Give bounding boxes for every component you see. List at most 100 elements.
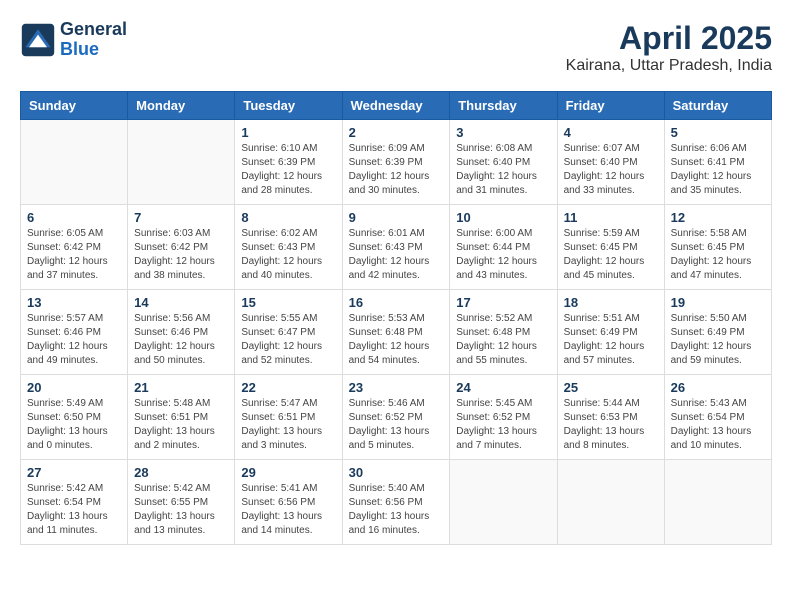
calendar-cell: [21, 120, 128, 205]
day-number: 23: [349, 380, 444, 395]
calendar-cell: 14 Sunrise: 5:56 AM Sunset: 6:46 PM Dayli…: [128, 290, 235, 375]
calendar-cell: 3 Sunrise: 6:08 AM Sunset: 6:40 PM Daylig…: [450, 120, 557, 205]
day-number: 1: [241, 125, 335, 140]
col-header-monday: Monday: [128, 92, 235, 120]
day-number: 11: [564, 210, 658, 225]
calendar-cell: 30 Sunrise: 5:40 AM Sunset: 6:56 PM Dayli…: [342, 460, 450, 545]
calendar-cell: 4 Sunrise: 6:07 AM Sunset: 6:40 PM Daylig…: [557, 120, 664, 205]
day-info: Sunrise: 6:09 AM Sunset: 6:39 PM Dayligh…: [349, 142, 444, 198]
col-header-sunday: Sunday: [21, 92, 128, 120]
logo-icon: [20, 22, 56, 58]
day-info: Sunrise: 5:59 AM Sunset: 6:45 PM Dayligh…: [564, 227, 658, 283]
day-info: Sunrise: 5:47 AM Sunset: 6:51 PM Dayligh…: [241, 397, 335, 453]
day-info: Sunrise: 6:08 AM Sunset: 6:40 PM Dayligh…: [456, 142, 550, 198]
calendar-cell: 5Sunrise: 6:06 AM Sunset: 6:41 PM Daylig…: [664, 120, 771, 205]
week-row-2: 6 Sunrise: 6:05 AM Sunset: 6:42 PM Daylig…: [21, 205, 772, 290]
day-number: 22: [241, 380, 335, 395]
day-number: 5: [671, 125, 765, 140]
calendar-cell: 27 Sunrise: 5:42 AM Sunset: 6:54 PM Dayli…: [21, 460, 128, 545]
day-number: 24: [456, 380, 550, 395]
month-title: April 2025: [566, 20, 772, 57]
day-info: Sunrise: 5:43 AM Sunset: 6:54 PM Dayligh…: [671, 397, 765, 453]
calendar-cell: 1 Sunrise: 6:10 AM Sunset: 6:39 PM Daylig…: [235, 120, 342, 205]
calendar-cell: 15Sunrise: 5:55 AM Sunset: 6:47 PM Dayli…: [235, 290, 342, 375]
calendar-cell: 24 Sunrise: 5:45 AM Sunset: 6:52 PM Dayli…: [450, 375, 557, 460]
page-header: General Blue April 2025 Kairana, Uttar P…: [20, 20, 772, 75]
day-info: Sunrise: 6:02 AM Sunset: 6:43 PM Dayligh…: [241, 227, 335, 283]
day-info: Sunrise: 5:57 AM Sunset: 6:46 PM Dayligh…: [27, 312, 121, 368]
day-info: Sunrise: 5:41 AM Sunset: 6:56 PM Dayligh…: [241, 482, 335, 538]
day-info: Sunrise: 5:51 AM Sunset: 6:49 PM Dayligh…: [564, 312, 658, 368]
col-header-saturday: Saturday: [664, 92, 771, 120]
calendar-header-row: SundayMondayTuesdayWednesdayThursdayFrid…: [21, 92, 772, 120]
calendar-table: SundayMondayTuesdayWednesdayThursdayFrid…: [20, 91, 772, 545]
day-info: Sunrise: 6:05 AM Sunset: 6:42 PM Dayligh…: [27, 227, 121, 283]
week-row-5: 27 Sunrise: 5:42 AM Sunset: 6:54 PM Dayli…: [21, 460, 772, 545]
day-number: 12: [671, 210, 765, 225]
day-info: Sunrise: 5:58 AM Sunset: 6:45 PM Dayligh…: [671, 227, 765, 283]
col-header-friday: Friday: [557, 92, 664, 120]
day-info: Sunrise: 5:42 AM Sunset: 6:54 PM Dayligh…: [27, 482, 121, 538]
logo: General Blue: [20, 20, 127, 60]
day-number: 27: [27, 465, 121, 480]
calendar-cell: 25 Sunrise: 5:44 AM Sunset: 6:53 PM Dayli…: [557, 375, 664, 460]
day-info: Sunrise: 6:03 AM Sunset: 6:42 PM Dayligh…: [134, 227, 228, 283]
day-info: Sunrise: 5:49 AM Sunset: 6:50 PM Dayligh…: [27, 397, 121, 453]
col-header-wednesday: Wednesday: [342, 92, 450, 120]
day-number: 8: [241, 210, 335, 225]
calendar-cell: 28 Sunrise: 5:42 AM Sunset: 6:55 PM Dayli…: [128, 460, 235, 545]
calendar-cell: 6 Sunrise: 6:05 AM Sunset: 6:42 PM Daylig…: [21, 205, 128, 290]
calendar-cell: 16 Sunrise: 5:53 AM Sunset: 6:48 PM Dayli…: [342, 290, 450, 375]
day-info: Sunrise: 5:55 AM Sunset: 6:47 PM Dayligh…: [241, 312, 335, 368]
calendar-cell: 7Sunrise: 6:03 AM Sunset: 6:42 PM Daylig…: [128, 205, 235, 290]
day-info: Sunrise: 6:00 AM Sunset: 6:44 PM Dayligh…: [456, 227, 550, 283]
week-row-3: 13Sunrise: 5:57 AM Sunset: 6:46 PM Dayli…: [21, 290, 772, 375]
day-number: 19: [671, 295, 765, 310]
day-info: Sunrise: 5:50 AM Sunset: 6:49 PM Dayligh…: [671, 312, 765, 368]
day-info: Sunrise: 6:07 AM Sunset: 6:40 PM Dayligh…: [564, 142, 658, 198]
day-info: Sunrise: 5:40 AM Sunset: 6:56 PM Dayligh…: [349, 482, 444, 538]
day-info: Sunrise: 5:44 AM Sunset: 6:53 PM Dayligh…: [564, 397, 658, 453]
calendar-cell: 26 Sunrise: 5:43 AM Sunset: 6:54 PM Dayli…: [664, 375, 771, 460]
day-info: Sunrise: 5:56 AM Sunset: 6:46 PM Dayligh…: [134, 312, 228, 368]
day-info: Sunrise: 5:48 AM Sunset: 6:51 PM Dayligh…: [134, 397, 228, 453]
calendar-cell: 21 Sunrise: 5:48 AM Sunset: 6:51 PM Dayli…: [128, 375, 235, 460]
day-number: 21: [134, 380, 228, 395]
day-number: 16: [349, 295, 444, 310]
logo-text: General Blue: [60, 20, 127, 60]
calendar-cell: 20 Sunrise: 5:49 AM Sunset: 6:50 PM Dayli…: [21, 375, 128, 460]
day-number: 9: [349, 210, 444, 225]
calendar-cell: 19 Sunrise: 5:50 AM Sunset: 6:49 PM Dayli…: [664, 290, 771, 375]
title-block: April 2025 Kairana, Uttar Pradesh, India: [566, 20, 772, 75]
calendar-cell: [664, 460, 771, 545]
day-number: 14: [134, 295, 228, 310]
calendar-cell: [557, 460, 664, 545]
calendar-cell: 13Sunrise: 5:57 AM Sunset: 6:46 PM Dayli…: [21, 290, 128, 375]
day-info: Sunrise: 6:10 AM Sunset: 6:39 PM Dayligh…: [241, 142, 335, 198]
day-number: 18: [564, 295, 658, 310]
day-number: 30: [349, 465, 444, 480]
day-info: Sunrise: 5:53 AM Sunset: 6:48 PM Dayligh…: [349, 312, 444, 368]
calendar-cell: 9Sunrise: 6:01 AM Sunset: 6:43 PM Daylig…: [342, 205, 450, 290]
calendar-cell: 18 Sunrise: 5:51 AM Sunset: 6:49 PM Dayli…: [557, 290, 664, 375]
day-info: Sunrise: 5:46 AM Sunset: 6:52 PM Dayligh…: [349, 397, 444, 453]
calendar-cell: 17Sunrise: 5:52 AM Sunset: 6:48 PM Dayli…: [450, 290, 557, 375]
calendar-cell: 23 Sunrise: 5:46 AM Sunset: 6:52 PM Dayli…: [342, 375, 450, 460]
day-number: 17: [456, 295, 550, 310]
day-number: 6: [27, 210, 121, 225]
calendar-cell: 29 Sunrise: 5:41 AM Sunset: 6:56 PM Dayli…: [235, 460, 342, 545]
day-number: 4: [564, 125, 658, 140]
calendar-cell: [450, 460, 557, 545]
calendar-cell: 10 Sunrise: 6:00 AM Sunset: 6:44 PM Dayli…: [450, 205, 557, 290]
day-number: 3: [456, 125, 550, 140]
day-number: 25: [564, 380, 658, 395]
day-number: 26: [671, 380, 765, 395]
day-number: 20: [27, 380, 121, 395]
calendar-cell: 22 Sunrise: 5:47 AM Sunset: 6:51 PM Dayli…: [235, 375, 342, 460]
day-number: 10: [456, 210, 550, 225]
day-info: Sunrise: 5:42 AM Sunset: 6:55 PM Dayligh…: [134, 482, 228, 538]
day-number: 29: [241, 465, 335, 480]
day-info: Sunrise: 5:45 AM Sunset: 6:52 PM Dayligh…: [456, 397, 550, 453]
day-number: 28: [134, 465, 228, 480]
location-title: Kairana, Uttar Pradesh, India: [566, 57, 772, 75]
